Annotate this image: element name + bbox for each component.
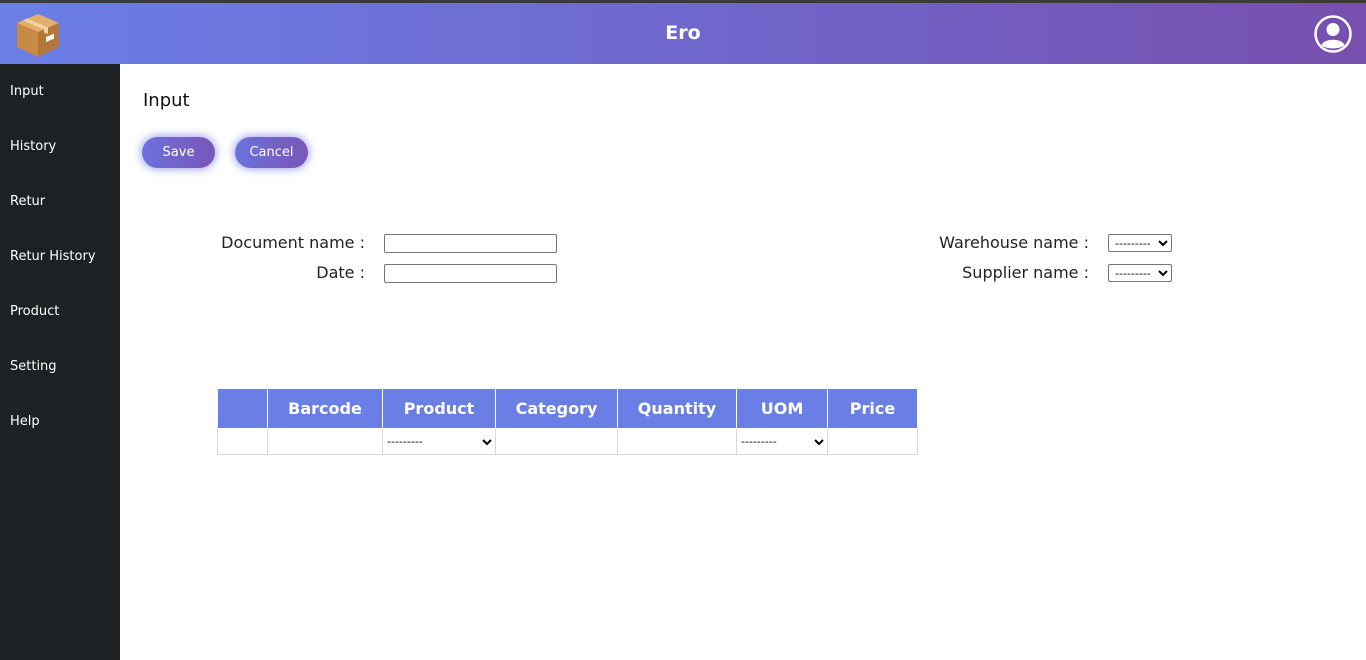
column-header-product: Product: [382, 388, 496, 429]
sidebar-item-input[interactable]: Input: [10, 84, 44, 99]
price-cell[interactable]: [827, 428, 918, 455]
items-table: Barcode Product Category Quantity UOM Pr…: [217, 388, 918, 455]
supplier-select[interactable]: ---------: [1108, 264, 1172, 282]
uom-select[interactable]: ---------: [737, 430, 827, 453]
column-header-uom: UOM: [736, 388, 828, 429]
sidebar: Input History Retur Retur History Produc…: [0, 64, 120, 660]
sidebar-item-history[interactable]: History: [10, 139, 56, 154]
warehouse-select[interactable]: ---------: [1108, 234, 1172, 252]
column-header-barcode: Barcode: [267, 388, 383, 429]
warehouse-name-label: Warehouse name :: [939, 233, 1089, 252]
sidebar-item-retur-history[interactable]: Retur History: [10, 249, 96, 264]
sidebar-item-help[interactable]: Help: [10, 414, 40, 429]
date-field[interactable]: [384, 264, 557, 283]
column-header-quantity: Quantity: [617, 388, 737, 429]
column-header-price: Price: [827, 388, 918, 429]
app-title: Ero: [665, 22, 701, 44]
table-row: --------- ---------: [217, 428, 918, 455]
user-avatar-icon[interactable]: [1314, 15, 1352, 53]
product-cell: ---------: [382, 428, 496, 455]
sidebar-item-product[interactable]: Product: [10, 304, 59, 319]
app-header: Ero: [0, 3, 1366, 64]
supplier-name-label: Supplier name :: [962, 263, 1089, 282]
document-name-field[interactable]: [384, 234, 557, 253]
column-header-category: Category: [495, 388, 618, 429]
barcode-cell[interactable]: [267, 428, 383, 455]
page-title: Input: [143, 90, 190, 111]
save-button[interactable]: Save: [142, 137, 215, 168]
row-cell-blank: [217, 428, 268, 455]
product-select[interactable]: ---------: [383, 430, 495, 453]
quantity-cell[interactable]: [617, 428, 737, 455]
uom-cell: ---------: [736, 428, 828, 455]
document-name-label: Document name :: [221, 233, 365, 252]
cancel-button[interactable]: Cancel: [235, 137, 308, 168]
category-cell: [495, 428, 618, 455]
column-header-blank: [217, 388, 268, 429]
table-header-row: Barcode Product Category Quantity UOM Pr…: [217, 388, 918, 429]
date-label: Date :: [316, 263, 365, 282]
sidebar-item-setting[interactable]: Setting: [10, 359, 57, 374]
sidebar-item-retur[interactable]: Retur: [10, 194, 45, 209]
